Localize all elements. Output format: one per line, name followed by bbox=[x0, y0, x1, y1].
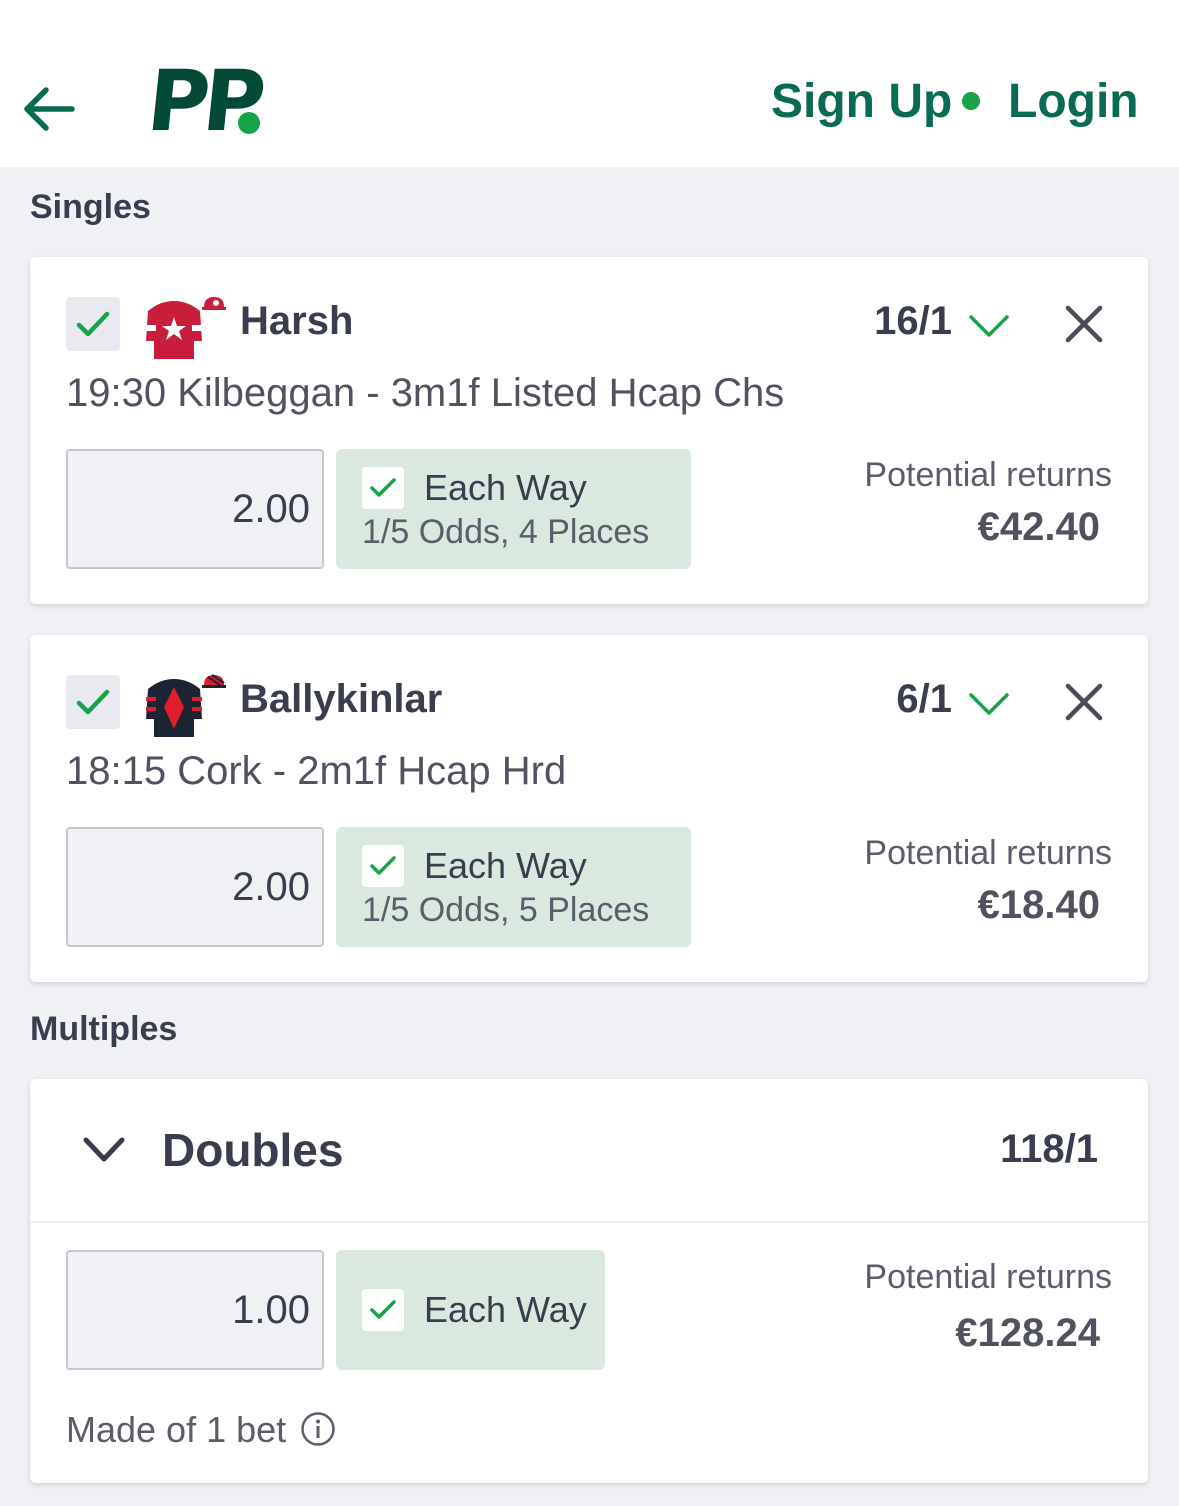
sign-up-link[interactable]: Sign Up bbox=[771, 74, 952, 130]
each-way-label: Each Way bbox=[424, 845, 587, 886]
multiples-section-title: Multiples bbox=[30, 1010, 178, 1048]
each-way-toggle[interactable]: Each Way bbox=[336, 1250, 605, 1370]
each-way-toggle[interactable]: Each Way 1/5 Odds, 4 Places bbox=[336, 449, 691, 569]
each-way-toggle[interactable]: Each Way 1/5 Odds, 5 Places bbox=[336, 827, 691, 947]
potential-returns-label: Potential returns bbox=[864, 1258, 1112, 1296]
check-icon bbox=[370, 478, 396, 497]
logo-dot bbox=[238, 112, 260, 134]
chevron-down-icon[interactable] bbox=[968, 691, 1010, 717]
close-icon[interactable] bbox=[1062, 302, 1106, 346]
singles-section-title: Singles bbox=[30, 188, 151, 226]
odds-price[interactable]: 6/1 bbox=[896, 675, 952, 723]
made-of-bets-text: Made of 1 bet bbox=[66, 1409, 287, 1450]
check-icon bbox=[370, 1300, 396, 1319]
single-bet-card: Ballykinlar 6/1 18:15 Cork - 2m1f Hcap H… bbox=[30, 635, 1148, 982]
single-bet-card: Harsh 16/1 19:30 Kilbeggan - 3m1f Listed… bbox=[30, 257, 1148, 604]
each-way-label: Each Way bbox=[424, 1289, 587, 1330]
separator-dot bbox=[962, 92, 980, 110]
jockey-silk-red-star-icon bbox=[140, 293, 228, 363]
potential-returns-value: €18.40 bbox=[977, 883, 1100, 927]
doubles-odds: 118/1 bbox=[1000, 1127, 1098, 1171]
selection-checkbox[interactable] bbox=[66, 297, 120, 351]
app-header: PP Sign Up Login bbox=[0, 0, 1179, 167]
potential-returns-value: €42.40 bbox=[977, 505, 1100, 549]
horse-name: Ballykinlar bbox=[240, 677, 443, 721]
potential-returns-label: Potential returns bbox=[864, 834, 1112, 872]
selection-checkbox[interactable] bbox=[66, 675, 120, 729]
each-way-checkbox[interactable] bbox=[362, 467, 404, 509]
back-arrow-icon[interactable] bbox=[18, 78, 80, 140]
check-icon bbox=[76, 689, 110, 715]
stake-input[interactable]: 2.00 bbox=[66, 449, 324, 569]
each-way-checkbox[interactable] bbox=[362, 845, 404, 887]
each-way-label: Each Way bbox=[424, 467, 587, 508]
login-link[interactable]: Login bbox=[1008, 74, 1139, 130]
stake-input[interactable]: 1.00 bbox=[66, 1250, 324, 1370]
close-icon[interactable] bbox=[1062, 680, 1106, 724]
horse-name: Harsh bbox=[240, 299, 354, 343]
race-info: 18:15 Cork - 2m1f Hcap Hrd bbox=[66, 749, 567, 793]
chevron-down-icon[interactable] bbox=[82, 1135, 126, 1165]
doubles-header[interactable]: Doubles 118/1 bbox=[30, 1079, 1148, 1223]
check-icon bbox=[370, 856, 396, 875]
jockey-silk-black-red-diamond-icon bbox=[140, 671, 228, 741]
each-way-terms: 1/5 Odds, 5 Places bbox=[362, 891, 650, 929]
check-icon bbox=[76, 311, 110, 337]
paddy-power-logo[interactable]: PP bbox=[143, 52, 266, 150]
each-way-checkbox[interactable] bbox=[362, 1289, 404, 1331]
potential-returns-label: Potential returns bbox=[864, 456, 1112, 494]
odds-price[interactable]: 16/1 bbox=[874, 297, 952, 345]
doubles-title: Doubles bbox=[162, 1124, 344, 1176]
chevron-down-icon[interactable] bbox=[968, 313, 1010, 339]
info-icon[interactable] bbox=[300, 1411, 336, 1447]
each-way-terms: 1/5 Odds, 4 Places bbox=[362, 513, 650, 551]
doubles-bet-card: Doubles 118/1 1.00 Each Way Potential re… bbox=[30, 1079, 1148, 1483]
race-info: 19:30 Kilbeggan - 3m1f Listed Hcap Chs bbox=[66, 371, 785, 415]
potential-returns-value: €128.24 bbox=[955, 1311, 1100, 1355]
stake-input[interactable]: 2.00 bbox=[66, 827, 324, 947]
